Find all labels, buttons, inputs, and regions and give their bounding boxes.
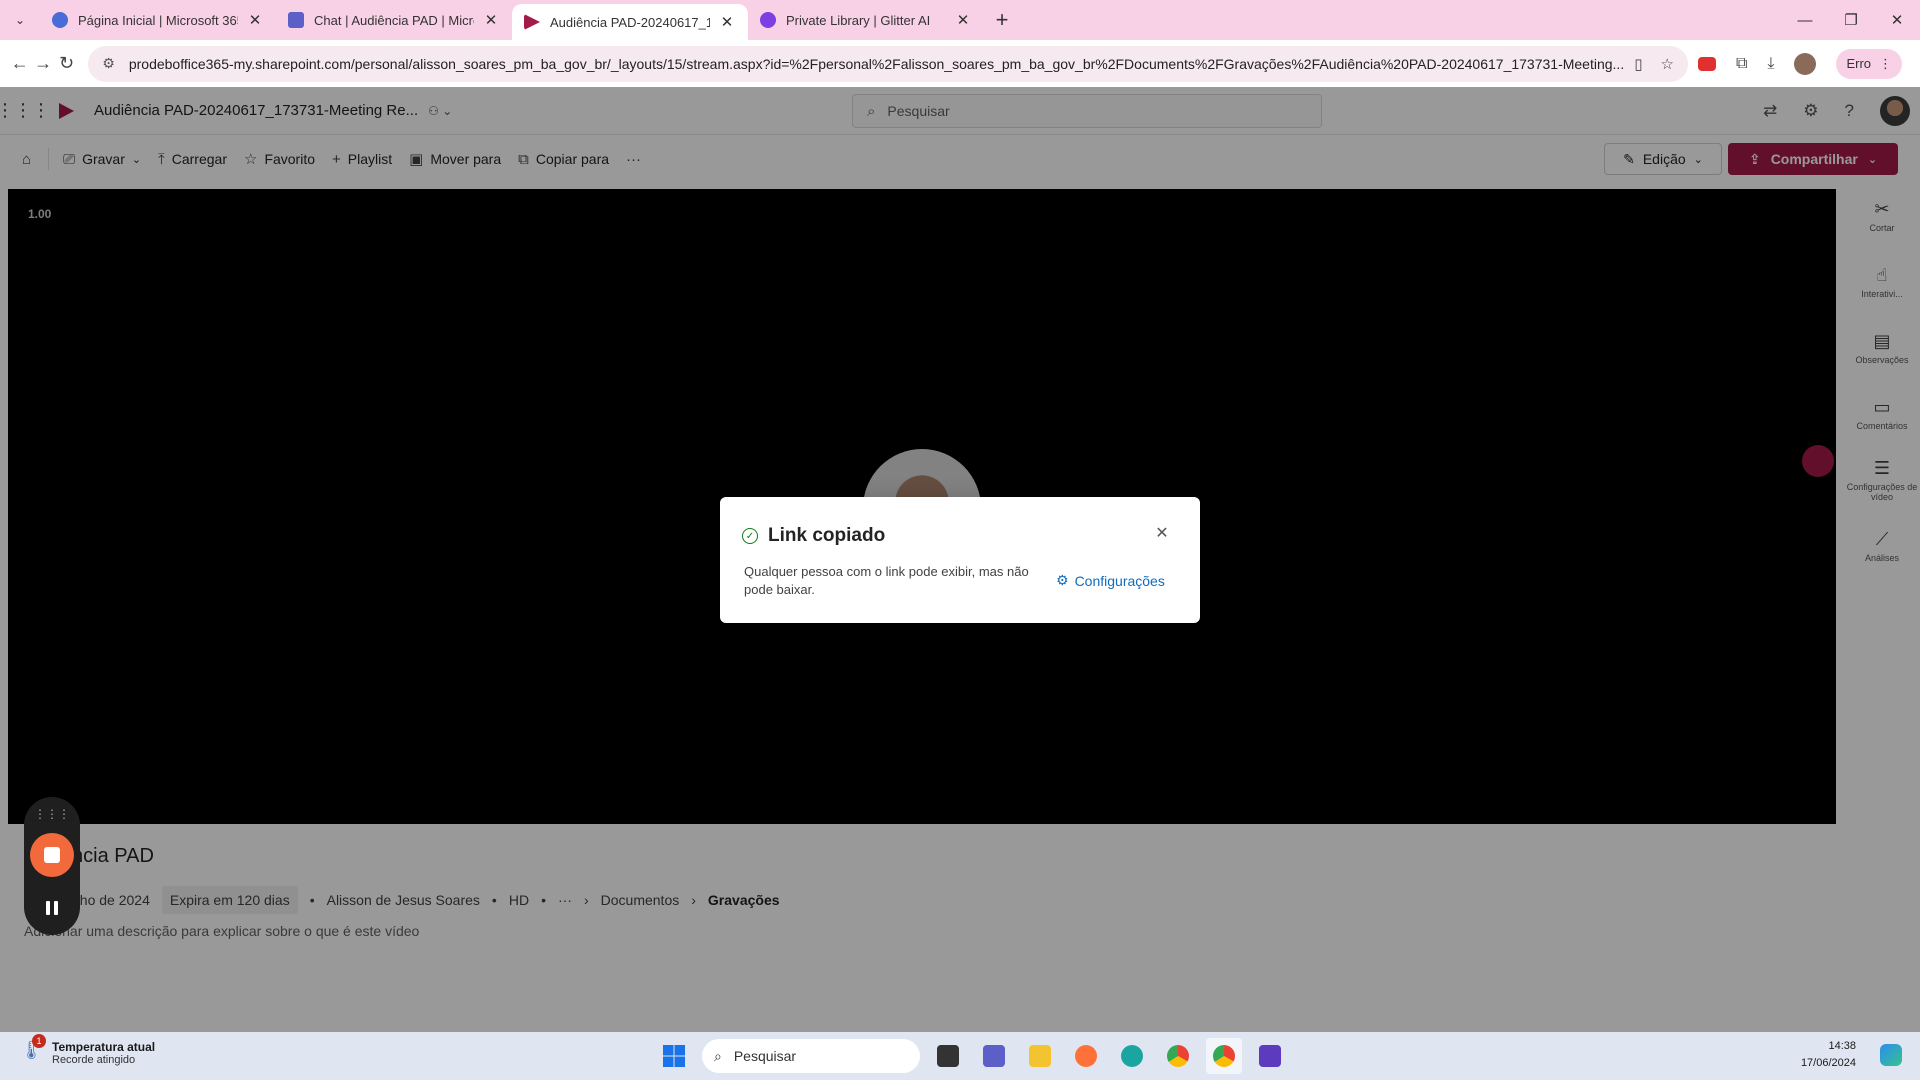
close-icon[interactable]: ✕	[1152, 523, 1172, 543]
windows-start-icon[interactable]	[656, 1038, 692, 1074]
minimize-icon[interactable]: —	[1782, 0, 1828, 40]
tab-title: Audiência PAD-20240617_173731-Meeting Re…	[550, 14, 710, 30]
profile-avatar-icon[interactable]	[1794, 52, 1817, 75]
tab-close-icon[interactable]: ✕	[482, 11, 500, 29]
browser-tab[interactable]: Página Inicial | Microsoft 365 ✕	[40, 0, 276, 40]
address-bar-row: ← → ↻ ⚙ prodeboffice365-my.sharepoint.co…	[0, 40, 1920, 87]
tab-close-icon[interactable]: ✕	[246, 11, 264, 29]
taskbar-search-placeholder: Pesquisar	[733, 1048, 797, 1064]
stream-favicon-icon	[524, 14, 540, 30]
close-window-icon[interactable]: ✕	[1874, 0, 1920, 40]
browser-tab-active[interactable]: Audiência PAD-20240617_173731-Meeting Re…	[512, 4, 748, 40]
url-bar[interactable]: ⚙ prodeboffice365-my.sharepoint.com/pers…	[88, 45, 1688, 82]
app-icon[interactable]	[1252, 1038, 1288, 1074]
profile-status-text: Erro	[1846, 56, 1872, 71]
taskview-icon[interactable]	[930, 1038, 966, 1074]
reload-icon[interactable]: ↻	[55, 47, 78, 81]
tab-close-icon[interactable]: ✕	[954, 11, 972, 29]
windows-taskbar: 🌡 1 Temperatura atual Recorde atingido ⌕ P…	[0, 1032, 1920, 1080]
dialog-message: Qualquer pessoa com o link pode exibir, …	[744, 564, 1029, 597]
notification-badge: 1	[32, 1034, 46, 1048]
pause-icon	[46, 901, 50, 915]
dialog-title: Link copiado	[768, 525, 886, 546]
search-icon: ⌕	[714, 1047, 722, 1064]
taskbar-search-input[interactable]: ⌕ Pesquisar	[702, 1039, 920, 1073]
kebab-menu-icon: ⋮	[1879, 55, 1893, 71]
extensions-puzzle-icon[interactable]: ⧉	[1736, 55, 1747, 73]
browser-tabstrip: ⌄ Página Inicial | Microsoft 365 ✕ Chat …	[0, 0, 1920, 40]
bookmark-star-icon[interactable]: ☆	[1660, 55, 1673, 73]
clock-date: 17/06/2024	[1800, 1057, 1856, 1069]
pause-recording-button[interactable]	[24, 893, 80, 923]
weather-title: Temperatura atual	[52, 1040, 156, 1054]
chrome-profile-icon[interactable]	[1206, 1038, 1242, 1074]
back-icon[interactable]: ←	[8, 47, 31, 81]
record-extension-icon[interactable]	[1697, 56, 1716, 71]
window-controls: — ❐ ✕	[1782, 0, 1920, 40]
settings-link-label: Configurações	[1074, 572, 1165, 589]
download-icon[interactable]: ⤓	[1767, 55, 1774, 73]
screen-recorder-widget: ⋮⋮⋮	[24, 797, 80, 935]
extensions-area: ⧉ ⤓ Erro ⋮	[1697, 48, 1903, 79]
tab-title: Chat | Audiência PAD | Microsoft Teams	[314, 12, 474, 28]
stop-icon	[44, 847, 60, 863]
chrome-icon[interactable]	[1160, 1038, 1196, 1074]
forward-icon[interactable]: →	[31, 47, 54, 81]
gear-icon: ⚙	[1056, 572, 1069, 588]
firefox-icon[interactable]	[1068, 1038, 1104, 1074]
url-text: prodeboffice365-my.sharepoint.com/person…	[128, 55, 1625, 72]
stop-recording-button[interactable]	[30, 833, 74, 877]
teams-app-icon[interactable]	[976, 1038, 1012, 1074]
thermometer-icon: 🌡 1	[20, 1034, 46, 1066]
profile-error-pill[interactable]: Erro ⋮	[1836, 48, 1903, 79]
clipboard-icon[interactable]: ▯	[1634, 55, 1642, 73]
drag-handle-icon[interactable]: ⋮⋮⋮	[24, 807, 80, 821]
copilot-icon[interactable]	[1880, 1044, 1902, 1066]
file-explorer-icon[interactable]	[1022, 1038, 1058, 1074]
m365-favicon-icon	[52, 12, 68, 28]
weather-subtitle: Recorde atingido	[52, 1054, 136, 1066]
weather-widget[interactable]: 🌡 1 Temperatura atual Recorde atingido	[20, 1034, 156, 1066]
new-tab-button[interactable]: +	[984, 7, 1020, 33]
link-copied-dialog: ✓ Link copiado ✕ Qualquer pessoa com o l…	[720, 497, 1200, 623]
browser-tab[interactable]: Private Library | Glitter AI ✕	[748, 0, 984, 40]
glitter-favicon-icon	[760, 12, 776, 28]
restore-icon[interactable]: ❐	[1828, 0, 1874, 40]
browser-tab[interactable]: Chat | Audiência PAD | Microsoft Teams ✕	[276, 0, 512, 40]
settings-link[interactable]: ⚙ Configurações	[1056, 572, 1165, 589]
system-clock[interactable]: 14:38 17/06/2024	[1801, 1038, 1856, 1072]
site-info-icon[interactable]: ⚙	[102, 55, 115, 72]
clock-time: 14:38	[1828, 1040, 1856, 1052]
teams-favicon-icon	[288, 12, 304, 28]
edge-icon[interactable]	[1114, 1038, 1150, 1074]
tab-search-button[interactable]: ⌄	[0, 0, 40, 40]
check-circle-icon: ✓	[742, 528, 758, 544]
tab-close-icon[interactable]: ✕	[718, 13, 736, 31]
tab-title: Private Library | Glitter AI	[786, 12, 931, 28]
tab-title: Página Inicial | Microsoft 365	[78, 12, 238, 28]
